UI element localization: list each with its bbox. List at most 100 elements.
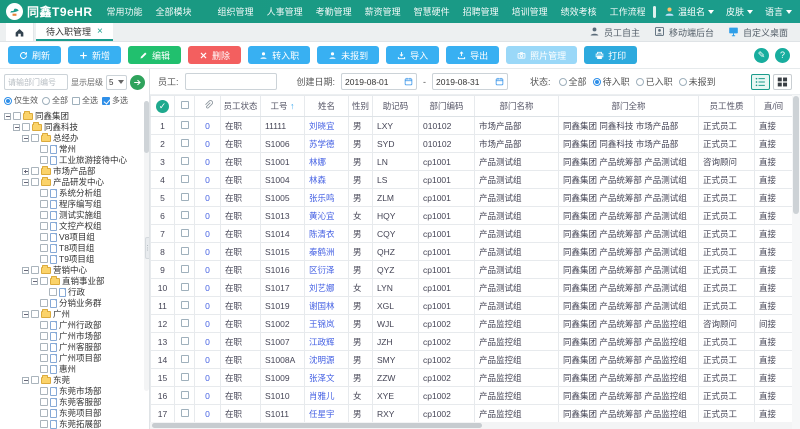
- home-tab[interactable]: [6, 23, 34, 41]
- cell-attachments[interactable]: 0: [195, 171, 221, 189]
- cell-attachments[interactable]: 0: [195, 225, 221, 243]
- table-row[interactable]: 120在职S1002王锦岚男WJLcp1002产品监控组同鑫集团 产品统筹部 产…: [151, 315, 793, 333]
- 打印-button[interactable]: 打印: [584, 46, 637, 64]
- cell-row-checkbox[interactable]: [175, 315, 195, 333]
- collapse-icon[interactable]: [31, 278, 38, 285]
- tree-checkbox[interactable]: [31, 266, 39, 274]
- tree-checkbox[interactable]: [40, 222, 48, 230]
- tree-node-同鑫科技[interactable]: 同鑫科技: [4, 122, 145, 132]
- tree-checkbox[interactable]: [40, 365, 48, 373]
- 编辑-button[interactable]: 编辑: [128, 46, 181, 64]
- status-radio-全部[interactable]: 全部: [559, 75, 587, 88]
- tree-node-T9项目组[interactable]: T9项目组: [4, 254, 145, 264]
- tree-checkbox[interactable]: [40, 189, 48, 197]
- collapse-icon[interactable]: [13, 124, 20, 131]
- col-nature[interactable]: 员工性质: [699, 96, 755, 117]
- table-row[interactable]: 30在职S1001林娜男LNcp1001产品测试组同鑫集团 产品统筹部 产品测试…: [151, 153, 793, 171]
- col-mnemonic[interactable]: 助记码: [373, 96, 419, 117]
- cell-row-checkbox[interactable]: [175, 117, 195, 135]
- tree-checkbox[interactable]: [31, 178, 39, 186]
- grid-view-toggle[interactable]: [773, 74, 792, 90]
- tree-checkbox[interactable]: [31, 310, 39, 318]
- table-row[interactable]: 90在职S1016区衍泽男QYZcp1001产品测试组同鑫集团 产品统筹部 产品…: [151, 261, 793, 279]
- tree-node-东莞客服部[interactable]: 东莞客服部: [4, 397, 145, 407]
- menu-item-5[interactable]: 考勤管理: [316, 5, 352, 18]
- cell-row-checkbox[interactable]: [175, 207, 195, 225]
- table-row[interactable]: 20在职S1006苏学德男SYD010102市场产品部同鑫集团 同鑫科技 市场产…: [151, 135, 793, 153]
- col-dept-code[interactable]: 部门编码: [419, 96, 475, 117]
- tree-checkbox[interactable]: [40, 299, 48, 307]
- tree-checkbox[interactable]: [40, 332, 48, 340]
- search-go-button[interactable]: [130, 75, 145, 90]
- cell-row-checkbox[interactable]: [175, 171, 195, 189]
- cell-row-checkbox[interactable]: [175, 279, 195, 297]
- 刷新-button[interactable]: 刷新: [8, 46, 61, 64]
- date-from-input[interactable]: 2019-08-01: [341, 73, 417, 90]
- 未报到-button[interactable]: 未报到: [317, 46, 379, 64]
- cell-attachments[interactable]: 0: [195, 261, 221, 279]
- menu-item-4[interactable]: 人事管理: [267, 5, 303, 18]
- table-row[interactable]: 60在职S1013黄沁宜女HQYcp1001产品测试组同鑫集团 产品统筹部 产品…: [151, 207, 793, 225]
- cell-attachments[interactable]: 0: [195, 135, 221, 153]
- tree-node-系统分析组[interactable]: 系统分析组: [4, 188, 145, 198]
- tree-node-直销事业部[interactable]: 直销事业部: [4, 276, 145, 286]
- scope-radio-active[interactable]: 仅生效: [4, 95, 38, 106]
- cell-name[interactable]: 张乐鸣: [305, 189, 349, 207]
- cell-attachments[interactable]: 0: [195, 315, 221, 333]
- cell-attachments[interactable]: 0: [195, 369, 221, 387]
- col-dept-name[interactable]: 部门名称: [475, 96, 559, 117]
- language-menu[interactable]: 语言: [765, 5, 792, 18]
- cell-attachments[interactable]: 0: [195, 189, 221, 207]
- cell-attachments[interactable]: 0: [195, 351, 221, 369]
- tree-node-常州[interactable]: 常州: [4, 144, 145, 154]
- tab-pending-onboarding[interactable]: 待入职管理 ×: [36, 23, 113, 41]
- tree-checkbox[interactable]: [40, 255, 48, 263]
- cell-name[interactable]: 江政辉: [305, 333, 349, 351]
- quick-link-自定义桌面[interactable]: 自定义桌面: [728, 26, 788, 39]
- tree-checkbox[interactable]: [40, 200, 48, 208]
- menu-item-1[interactable]: 常用功能: [107, 5, 143, 18]
- cell-name[interactable]: 区衍泽: [305, 261, 349, 279]
- cell-row-checkbox[interactable]: [175, 189, 195, 207]
- cell-attachments[interactable]: 0: [195, 117, 221, 135]
- menu-item-10[interactable]: 绩效考核: [561, 5, 597, 18]
- 删除-button[interactable]: 删除: [188, 46, 241, 64]
- col-sex[interactable]: 性别: [349, 96, 373, 117]
- 导入-button[interactable]: 导入: [386, 46, 439, 64]
- col-status[interactable]: 员工状态: [221, 96, 261, 117]
- cell-attachments[interactable]: 0: [195, 333, 221, 351]
- collapse-icon[interactable]: [4, 113, 11, 120]
- cell-name[interactable]: 谢国林: [305, 297, 349, 315]
- skin-menu[interactable]: 皮肤: [726, 5, 753, 18]
- status-radio-未报到[interactable]: 未报到: [679, 75, 716, 88]
- date-to-input[interactable]: 2019-08-31: [432, 73, 508, 90]
- tree-checkbox[interactable]: [40, 321, 48, 329]
- tree-node-惠州[interactable]: 惠州: [4, 364, 145, 374]
- cell-name[interactable]: 刘艺娜: [305, 279, 349, 297]
- help-circle-button[interactable]: ?: [775, 48, 790, 63]
- tree-checkbox[interactable]: [31, 134, 39, 142]
- tree-node-广州客服部[interactable]: 广州客服部: [4, 342, 145, 352]
- table-vertical-scrollbar[interactable]: [792, 95, 800, 429]
- cell-name[interactable]: 任星宇: [305, 405, 349, 423]
- cell-name[interactable]: 秦鹤洲: [305, 243, 349, 261]
- tree-checkbox[interactable]: [31, 167, 39, 175]
- col-dept-full[interactable]: 部门全称: [559, 96, 699, 117]
- tree-node-同鑫集团[interactable]: 同鑫集团: [4, 111, 145, 121]
- cell-attachments[interactable]: 0: [195, 387, 221, 405]
- tree-checkbox[interactable]: [40, 145, 48, 153]
- tree-node-广州[interactable]: 广州: [4, 309, 145, 319]
- tree-node-产品研发中心[interactable]: 产品研发中心: [4, 177, 145, 187]
- table-horizontal-scrollbar[interactable]: [150, 422, 792, 429]
- tree-node-T8项目组[interactable]: T8项目组: [4, 243, 145, 253]
- cell-row-checkbox[interactable]: [175, 225, 195, 243]
- cell-name[interactable]: 沈明源: [305, 351, 349, 369]
- table-row[interactable]: 100在职S1017刘艺娜女LYNcp1001产品测试组同鑫集团 产品统筹部 产…: [151, 279, 793, 297]
- cell-name[interactable]: 林森: [305, 171, 349, 189]
- list-view-toggle[interactable]: [751, 74, 770, 90]
- display-level-select[interactable]: 5: [106, 75, 127, 90]
- edit-circle-button[interactable]: ✎: [754, 48, 769, 63]
- tree-checkbox[interactable]: [40, 343, 48, 351]
- tree-checkbox[interactable]: [40, 354, 48, 362]
- menu-item-8[interactable]: 招聘管理: [463, 5, 499, 18]
